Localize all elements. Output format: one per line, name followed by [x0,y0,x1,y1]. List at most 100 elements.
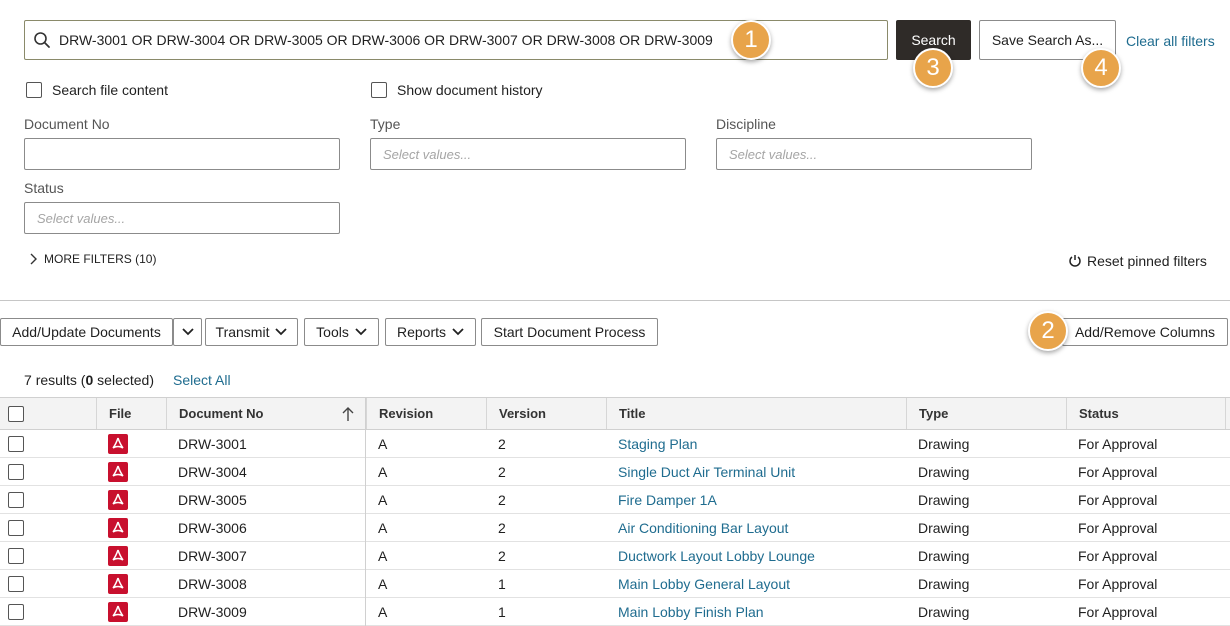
pdf-icon[interactable] [108,546,128,566]
status-select[interactable]: Select values... [24,202,340,234]
cell-version: 1 [498,604,506,620]
chevron-right-icon [30,253,37,265]
table-row[interactable]: DRW-3001 A 2 Staging Plan Drawing For Approva… [0,430,1230,458]
more-filters-toggle[interactable]: MORE FILTERS (10) [28,252,156,266]
row-checkbox[interactable] [8,576,24,592]
search-file-content-option[interactable]: Search file content [26,82,168,98]
cell-revision: A [378,604,388,620]
search-input[interactable] [57,31,837,49]
pdf-icon[interactable] [108,518,128,538]
search-file-content-label: Search file content [52,82,168,98]
transmit-menu-button[interactable]: Transmit [205,318,298,346]
add-remove-columns-button[interactable]: Add/Remove Columns [1062,318,1228,346]
select-all-link[interactable]: Select All [173,372,231,388]
results-table: File Document No Revision Version Title … [0,397,1230,626]
cell-version: 2 [498,464,506,480]
cell-title[interactable]: Fire Damper 1A [618,486,717,514]
file-cell [108,598,128,626]
document-no-label: Document No [24,116,110,132]
reset-pinned-filters-button[interactable]: Reset pinned filters [1068,253,1207,269]
cell-title[interactable]: Single Duct Air Terminal Unit [618,458,795,486]
type-select[interactable]: Select values... [370,138,686,170]
sort-ascending-icon [342,407,354,421]
file-cell [108,570,128,598]
select-all-header-cell [0,398,96,429]
status-label: Status [24,180,64,196]
column-header-type[interactable]: Type [906,398,1066,429]
row-checkbox[interactable] [8,520,24,536]
show-document-history-checkbox[interactable] [371,82,387,98]
cell-title[interactable]: Main Lobby Finish Plan [618,598,764,626]
column-header-status[interactable]: Status [1066,398,1226,429]
pdf-icon[interactable] [108,602,128,622]
row-select-cell [8,570,24,598]
column-header-revision[interactable]: Revision [366,398,486,429]
reset-pinned-filters-label: Reset pinned filters [1087,253,1207,269]
cell-document-no: DRW-3006 [178,520,247,536]
cell-status: For Approval [1078,604,1158,620]
results-word: results ( [35,372,86,388]
chevron-down-icon [355,328,367,336]
cell-title[interactable]: Ductwork Layout Lobby Lounge [618,542,815,570]
cell-document-no: DRW-3008 [178,576,247,592]
column-header-title[interactable]: Title [606,398,906,429]
column-header-document-no[interactable]: Document No [166,398,365,429]
column-header-document-no-label: Document No [179,406,264,421]
cell-type: Drawing [918,520,970,536]
row-select-cell [8,458,24,486]
cell-document-no: DRW-3009 [178,604,247,620]
show-document-history-option[interactable]: Show document history [371,82,543,98]
pdf-icon[interactable] [108,490,128,510]
row-checkbox[interactable] [8,436,24,452]
cell-document-no: DRW-3001 [178,436,247,452]
callout-badge-4: 4 [1081,48,1121,88]
file-cell [108,430,128,458]
file-cell [108,486,128,514]
clear-all-filters-link[interactable]: Clear all filters [1126,33,1215,49]
add-update-dropdown-button[interactable] [173,318,202,346]
row-select-cell [8,486,24,514]
row-checkbox[interactable] [8,604,24,620]
pdf-icon[interactable] [108,574,128,594]
cell-title[interactable]: Staging Plan [618,430,697,458]
document-no-field[interactable] [24,138,340,170]
cell-type: Drawing [918,548,970,564]
file-cell [108,514,128,542]
table-row[interactable]: DRW-3006 A 2 Air Conditioning Bar Layout Dra… [0,514,1230,542]
table-row[interactable]: DRW-3009 A 1 Main Lobby Finish Plan Drawing F… [0,598,1230,626]
pdf-icon[interactable] [108,462,128,482]
discipline-select[interactable]: Select values... [716,138,1032,170]
results-summary: 7 results (0 selected) [24,372,154,388]
tools-menu-button[interactable]: Tools [304,318,379,346]
cell-revision: A [378,436,388,452]
row-select-cell [8,542,24,570]
table-row[interactable]: DRW-3008 A 1 Main Lobby General Layout Drawi… [0,570,1230,598]
results-count: 7 [24,372,32,388]
row-checkbox[interactable] [8,492,24,508]
start-document-process-button[interactable]: Start Document Process [481,318,658,346]
table-row[interactable]: DRW-3005 A 2 Fire Damper 1A Drawing For Appro… [0,486,1230,514]
cell-version: 2 [498,492,506,508]
table-body: DRW-3001 A 2 Staging Plan Drawing For Approva… [0,430,1230,626]
search-icon [34,32,50,48]
search-file-content-checkbox[interactable] [26,82,42,98]
chevron-down-icon [181,328,194,336]
add-update-documents-button[interactable]: Add/Update Documents [0,318,173,346]
column-header-file[interactable]: File [96,398,166,429]
cell-version: 2 [498,520,506,536]
reports-menu-button[interactable]: Reports [385,318,476,346]
row-checkbox[interactable] [8,464,24,480]
pdf-icon[interactable] [108,434,128,454]
discipline-label: Discipline [716,116,776,132]
callout-badge-1: 1 [731,20,771,60]
cell-status: For Approval [1078,492,1158,508]
select-all-checkbox[interactable] [8,405,24,422]
column-header-version[interactable]: Version [486,398,606,429]
cell-title[interactable]: Main Lobby General Layout [618,570,790,598]
table-row[interactable]: DRW-3004 A 2 Single Duct Air Terminal Unit D… [0,458,1230,486]
row-checkbox[interactable] [8,548,24,564]
table-row[interactable]: DRW-3007 A 2 Ductwork Layout Lobby Lounge Dr… [0,542,1230,570]
transmit-label: Transmit [215,324,270,340]
selected-word: selected) [93,372,154,388]
cell-title[interactable]: Air Conditioning Bar Layout [618,514,788,542]
